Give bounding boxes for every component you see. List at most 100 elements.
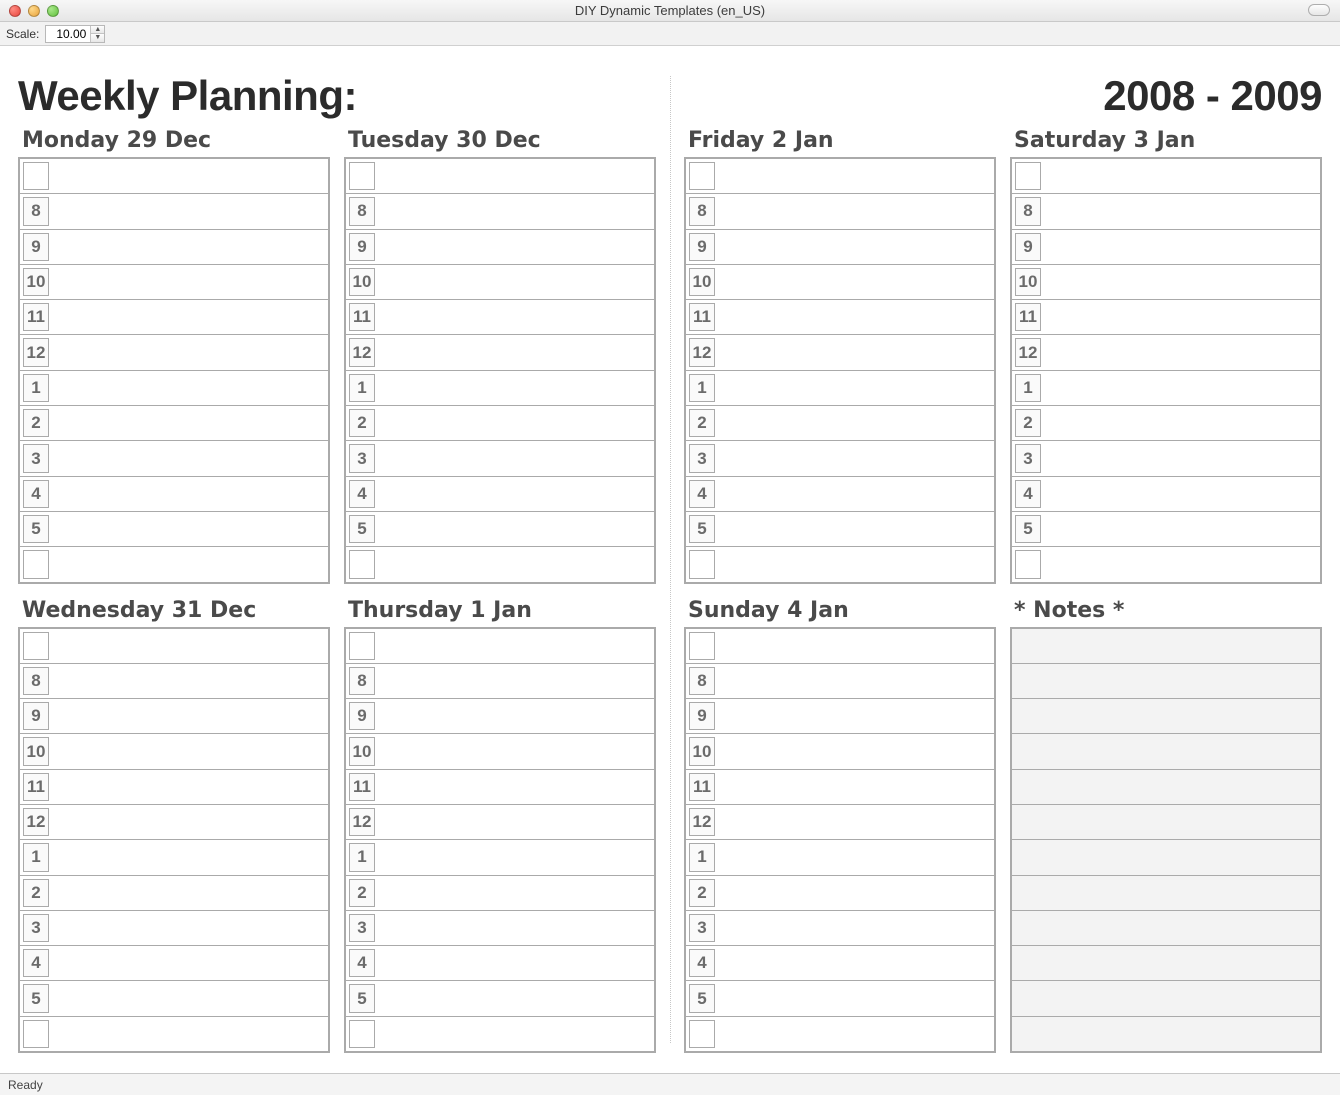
minimize-icon[interactable] (28, 5, 40, 17)
hour-slot[interactable] (49, 946, 328, 980)
hour-slot[interactable] (715, 840, 994, 874)
hour-slot[interactable] (375, 547, 654, 581)
hour-slot[interactable] (49, 911, 328, 945)
close-icon[interactable] (9, 5, 21, 17)
hour-slot[interactable] (375, 194, 654, 228)
hour-slot[interactable] (375, 734, 654, 768)
hour-slot[interactable] (49, 1017, 328, 1051)
hour-slot[interactable] (715, 981, 994, 1015)
hour-slot[interactable] (375, 512, 654, 546)
hour-slot[interactable] (375, 406, 654, 440)
hour-slot[interactable] (715, 946, 994, 980)
hour-slot[interactable] (715, 406, 994, 440)
hour-slot[interactable] (1041, 371, 1320, 405)
hour-slot[interactable] (715, 371, 994, 405)
hour-slot[interactable] (715, 512, 994, 546)
hour-slot[interactable] (375, 911, 654, 945)
zoom-icon[interactable] (47, 5, 59, 17)
notes-row[interactable] (1012, 839, 1320, 874)
hour-slot[interactable] (715, 699, 994, 733)
hour-slot[interactable] (375, 1017, 654, 1051)
toolbar-pill-icon[interactable] (1308, 4, 1330, 16)
notes-row[interactable] (1012, 769, 1320, 804)
hour-slot[interactable] (49, 734, 328, 768)
hour-slot[interactable] (375, 300, 654, 334)
notes-row[interactable] (1012, 980, 1320, 1015)
hour-slot[interactable] (49, 876, 328, 910)
hour-slot[interactable] (715, 159, 994, 193)
hour-slot[interactable] (49, 664, 328, 698)
hour-slot[interactable] (375, 840, 654, 874)
hour-slot[interactable] (715, 805, 994, 839)
hour-slot[interactable] (715, 664, 994, 698)
hour-slot[interactable] (1041, 159, 1320, 193)
hour-slot[interactable] (49, 441, 328, 475)
hour-slot[interactable] (49, 300, 328, 334)
hour-slot[interactable] (49, 547, 328, 581)
hour-slot[interactable] (1041, 512, 1320, 546)
notes-row[interactable] (1012, 698, 1320, 733)
hour-slot[interactable] (715, 230, 994, 264)
hour-slot[interactable] (375, 981, 654, 1015)
hour-slot[interactable] (1041, 477, 1320, 511)
hour-slot[interactable] (715, 477, 994, 511)
notes-row[interactable] (1012, 875, 1320, 910)
hour-slot[interactable] (49, 770, 328, 804)
hour-slot[interactable] (375, 699, 654, 733)
hour-slot[interactable] (1041, 265, 1320, 299)
notes-row[interactable] (1012, 804, 1320, 839)
hour-slot[interactable] (49, 699, 328, 733)
scale-step-up-icon[interactable]: ▲ (91, 26, 104, 35)
hour-slot[interactable] (375, 159, 654, 193)
hour-slot[interactable] (49, 159, 328, 193)
hour-slot[interactable] (1041, 547, 1320, 581)
hour-slot[interactable] (49, 805, 328, 839)
hour-slot[interactable] (715, 300, 994, 334)
hour-slot[interactable] (715, 265, 994, 299)
hour-slot[interactable] (715, 194, 994, 228)
hour-slot[interactable] (49, 335, 328, 369)
notes-row[interactable] (1012, 663, 1320, 698)
hour-slot[interactable] (375, 477, 654, 511)
notes-row[interactable] (1012, 733, 1320, 768)
hour-slot[interactable] (375, 265, 654, 299)
hour-slot[interactable] (1041, 406, 1320, 440)
hour-slot[interactable] (375, 805, 654, 839)
hour-slot[interactable] (375, 876, 654, 910)
hour-slot[interactable] (1041, 335, 1320, 369)
hour-slot[interactable] (49, 477, 328, 511)
hour-slot[interactable] (375, 371, 654, 405)
hour-slot[interactable] (1041, 300, 1320, 334)
hour-slot[interactable] (49, 265, 328, 299)
hour-slot[interactable] (715, 441, 994, 475)
hour-slot[interactable] (49, 230, 328, 264)
hour-slot[interactable] (49, 512, 328, 546)
notes-row[interactable] (1012, 910, 1320, 945)
hour-slot[interactable] (375, 946, 654, 980)
hour-slot[interactable] (375, 335, 654, 369)
hour-slot[interactable] (715, 911, 994, 945)
scale-step-down-icon[interactable]: ▼ (91, 34, 104, 42)
hour-slot[interactable] (49, 406, 328, 440)
hour-slot[interactable] (715, 547, 994, 581)
hour-slot[interactable] (49, 629, 328, 663)
hour-slot[interactable] (375, 441, 654, 475)
hour-slot[interactable] (375, 770, 654, 804)
hour-slot[interactable] (715, 629, 994, 663)
hour-slot[interactable] (715, 1017, 994, 1051)
hour-slot[interactable] (715, 770, 994, 804)
hour-slot[interactable] (49, 840, 328, 874)
hour-slot[interactable] (715, 734, 994, 768)
hour-slot[interactable] (715, 876, 994, 910)
hour-slot[interactable] (375, 230, 654, 264)
scale-spinbox[interactable]: ▲ ▼ (45, 25, 105, 43)
hour-slot[interactable] (1041, 441, 1320, 475)
notes-row[interactable] (1012, 1016, 1320, 1051)
hour-slot[interactable] (49, 371, 328, 405)
hour-slot[interactable] (1041, 230, 1320, 264)
scale-input[interactable] (46, 26, 90, 42)
hour-slot[interactable] (375, 629, 654, 663)
hour-slot[interactable] (49, 981, 328, 1015)
hour-slot[interactable] (49, 194, 328, 228)
notes-row[interactable] (1012, 945, 1320, 980)
